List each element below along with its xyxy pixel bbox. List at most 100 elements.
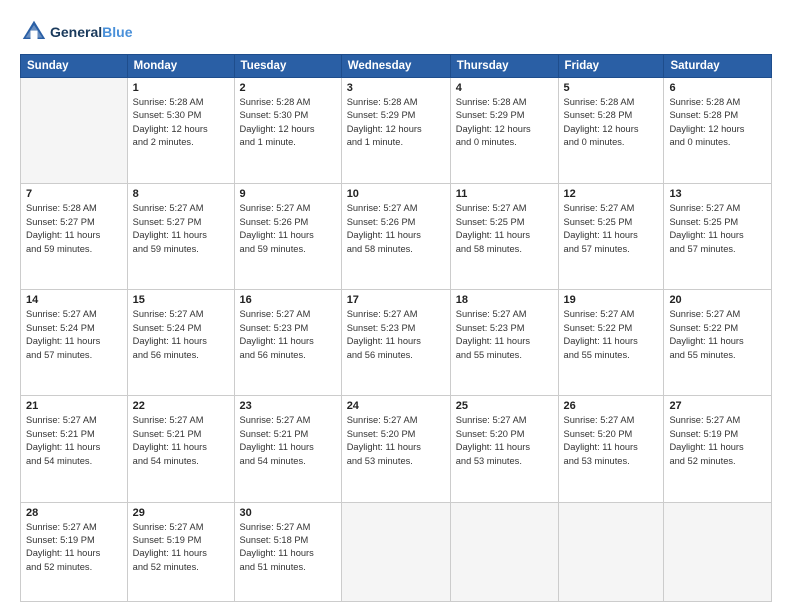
calendar-cell: 16Sunrise: 5:27 AM Sunset: 5:23 PM Dayli…: [234, 290, 341, 396]
day-detail: Sunrise: 5:27 AM Sunset: 5:23 PM Dayligh…: [347, 308, 445, 362]
calendar-cell: 14 Sunrise: 5:27 AM Sunset: 5:24 PM Dayli…: [21, 290, 128, 396]
day-detail: Sunrise: 5:27 AM Sunset: 5:21 PM Dayligh…: [240, 414, 336, 468]
calendar-page: GeneralBlue SundayMondayTuesdayWednesday…: [0, 0, 792, 612]
calendar-cell: 23 Sunrise: 5:27 AM Sunset: 5:21 PM Dayli…: [234, 396, 341, 502]
day-detail: Sunrise: 5:27 AM Sunset: 5:24 PM Dayligh…: [26, 308, 122, 362]
weekday-header-row: SundayMondayTuesdayWednesdayThursdayFrid…: [21, 55, 772, 78]
calendar-week-row: 1 Sunrise: 5:28 AM Sunset: 5:30 PM Daylig…: [21, 78, 772, 184]
day-detail: Sunrise: 5:27 AM Sunset: 5:23 PM Dayligh…: [456, 308, 553, 362]
day-number: 29: [133, 507, 229, 519]
calendar-cell: 28 Sunrise: 5:27 AM Sunset: 5:19 PM Dayli…: [21, 502, 128, 602]
calendar-cell: 7 Sunrise: 5:28 AM Sunset: 5:27 PM Daylig…: [21, 184, 128, 290]
calendar-cell: 4Sunrise: 5:28 AM Sunset: 5:29 PM Daylig…: [450, 78, 558, 184]
day-detail: Sunrise: 5:27 AM Sunset: 5:24 PM Dayligh…: [133, 308, 229, 362]
calendar-week-row: 21 Sunrise: 5:27 AM Sunset: 5:21 PM Dayli…: [21, 396, 772, 502]
day-number: 13: [669, 188, 766, 200]
day-detail: Sunrise: 5:27 AM Sunset: 5:22 PM Dayligh…: [564, 308, 659, 362]
day-detail: Sunrise: 5:27 AM Sunset: 5:26 PM Dayligh…: [347, 202, 445, 256]
calendar-cell: 18 Sunrise: 5:27 AM Sunset: 5:23 PM Dayli…: [450, 290, 558, 396]
calendar-cell: [664, 502, 772, 602]
day-detail: Sunrise: 5:28 AM Sunset: 5:30 PM Dayligh…: [240, 96, 336, 150]
day-detail: Sunrise: 5:27 AM Sunset: 5:27 PM Dayligh…: [133, 202, 229, 256]
day-number: 27: [669, 400, 766, 412]
day-number: 14: [26, 294, 122, 306]
day-detail: Sunrise: 5:27 AM Sunset: 5:19 PM Dayligh…: [133, 521, 229, 575]
calendar-cell: 6 Sunrise: 5:28 AM Sunset: 5:28 PM Daylig…: [664, 78, 772, 184]
day-number: 20: [669, 294, 766, 306]
day-number: 28: [26, 507, 122, 519]
calendar-cell: [450, 502, 558, 602]
day-number: 7: [26, 188, 122, 200]
day-detail: Sunrise: 5:27 AM Sunset: 5:21 PM Dayligh…: [26, 414, 122, 468]
calendar-cell: [21, 78, 128, 184]
calendar-cell: [341, 502, 450, 602]
day-number: 30: [240, 507, 336, 519]
day-detail: Sunrise: 5:28 AM Sunset: 5:29 PM Dayligh…: [347, 96, 445, 150]
calendar-cell: 8 Sunrise: 5:27 AM Sunset: 5:27 PM Daylig…: [127, 184, 234, 290]
day-detail: Sunrise: 5:28 AM Sunset: 5:28 PM Dayligh…: [564, 96, 659, 150]
weekday-header-tuesday: Tuesday: [234, 55, 341, 78]
day-detail: Sunrise: 5:27 AM Sunset: 5:19 PM Dayligh…: [669, 414, 766, 468]
day-detail: Sunrise: 5:27 AM Sunset: 5:20 PM Dayligh…: [456, 414, 553, 468]
day-detail: Sunrise: 5:27 AM Sunset: 5:25 PM Dayligh…: [456, 202, 553, 256]
calendar-cell: 15 Sunrise: 5:27 AM Sunset: 5:24 PM Dayli…: [127, 290, 234, 396]
day-detail: Sunrise: 5:27 AM Sunset: 5:26 PM Dayligh…: [240, 202, 336, 256]
logo-text: GeneralBlue: [50, 24, 132, 40]
calendar-cell: 27 Sunrise: 5:27 AM Sunset: 5:19 PM Dayli…: [664, 396, 772, 502]
weekday-header-thursday: Thursday: [450, 55, 558, 78]
day-number: 8: [133, 188, 229, 200]
calendar-cell: 29 Sunrise: 5:27 AM Sunset: 5:19 PM Dayli…: [127, 502, 234, 602]
day-number: 1: [133, 82, 229, 94]
day-number: 23: [240, 400, 336, 412]
calendar-week-row: 7 Sunrise: 5:28 AM Sunset: 5:27 PM Daylig…: [21, 184, 772, 290]
weekday-header-monday: Monday: [127, 55, 234, 78]
day-detail: Sunrise: 5:28 AM Sunset: 5:29 PM Dayligh…: [456, 96, 553, 150]
calendar-cell: 5Sunrise: 5:28 AM Sunset: 5:28 PM Daylig…: [558, 78, 664, 184]
day-detail: Sunrise: 5:28 AM Sunset: 5:30 PM Dayligh…: [133, 96, 229, 150]
day-number: 17: [347, 294, 445, 306]
calendar-cell: 9 Sunrise: 5:27 AM Sunset: 5:26 PM Daylig…: [234, 184, 341, 290]
calendar-cell: 19 Sunrise: 5:27 AM Sunset: 5:22 PM Dayli…: [558, 290, 664, 396]
calendar-cell: 3 Sunrise: 5:28 AM Sunset: 5:29 PM Daylig…: [341, 78, 450, 184]
calendar-cell: 25 Sunrise: 5:27 AM Sunset: 5:20 PM Dayli…: [450, 396, 558, 502]
weekday-header-saturday: Saturday: [664, 55, 772, 78]
logo-icon: [20, 18, 48, 46]
day-detail: Sunrise: 5:27 AM Sunset: 5:19 PM Dayligh…: [26, 521, 122, 575]
day-number: 2: [240, 82, 336, 94]
day-number: 9: [240, 188, 336, 200]
calendar-week-row: 28 Sunrise: 5:27 AM Sunset: 5:19 PM Dayli…: [21, 502, 772, 602]
calendar-cell: 24 Sunrise: 5:27 AM Sunset: 5:20 PM Dayli…: [341, 396, 450, 502]
day-detail: Sunrise: 5:28 AM Sunset: 5:27 PM Dayligh…: [26, 202, 122, 256]
day-number: 10: [347, 188, 445, 200]
logo: GeneralBlue: [20, 18, 132, 46]
day-detail: Sunrise: 5:28 AM Sunset: 5:28 PM Dayligh…: [669, 96, 766, 150]
day-number: 18: [456, 294, 553, 306]
calendar-cell: 26 Sunrise: 5:27 AM Sunset: 5:20 PM Dayli…: [558, 396, 664, 502]
day-detail: Sunrise: 5:27 AM Sunset: 5:22 PM Dayligh…: [669, 308, 766, 362]
day-number: 6: [669, 82, 766, 94]
day-detail: Sunrise: 5:27 AM Sunset: 5:21 PM Dayligh…: [133, 414, 229, 468]
calendar-cell: 2 Sunrise: 5:28 AM Sunset: 5:30 PM Daylig…: [234, 78, 341, 184]
day-number: 26: [564, 400, 659, 412]
calendar-week-row: 14 Sunrise: 5:27 AM Sunset: 5:24 PM Dayli…: [21, 290, 772, 396]
calendar-cell: 30 Sunrise: 5:27 AM Sunset: 5:18 PM Dayli…: [234, 502, 341, 602]
calendar-cell: 17 Sunrise: 5:27 AM Sunset: 5:23 PM Dayli…: [341, 290, 450, 396]
calendar-cell: [558, 502, 664, 602]
day-detail: Sunrise: 5:27 AM Sunset: 5:18 PM Dayligh…: [240, 521, 336, 575]
day-number: 19: [564, 294, 659, 306]
calendar-cell: 20 Sunrise: 5:27 AM Sunset: 5:22 PM Dayli…: [664, 290, 772, 396]
header: GeneralBlue: [20, 18, 772, 46]
day-number: 15: [133, 294, 229, 306]
day-number: 24: [347, 400, 445, 412]
day-number: 21: [26, 400, 122, 412]
calendar-table: SundayMondayTuesdayWednesdayThursdayFrid…: [20, 54, 772, 602]
day-detail: Sunrise: 5:27 AM Sunset: 5:20 PM Dayligh…: [564, 414, 659, 468]
day-detail: Sunrise: 5:27 AM Sunset: 5:25 PM Dayligh…: [669, 202, 766, 256]
day-number: 16: [240, 294, 336, 306]
day-detail: Sunrise: 5:27 AM Sunset: 5:20 PM Dayligh…: [347, 414, 445, 468]
day-number: 22: [133, 400, 229, 412]
day-number: 3: [347, 82, 445, 94]
day-number: 11: [456, 188, 553, 200]
calendar-cell: 12Sunrise: 5:27 AM Sunset: 5:25 PM Dayli…: [558, 184, 664, 290]
day-number: 25: [456, 400, 553, 412]
